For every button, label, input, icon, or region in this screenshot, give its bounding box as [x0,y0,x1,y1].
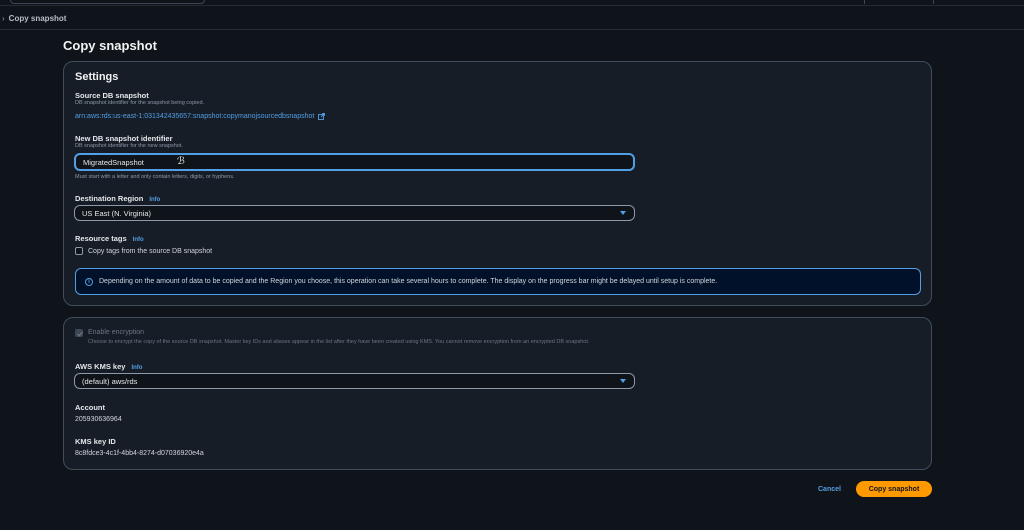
nav-controls-edge[interactable] [864,0,934,4]
enable-encryption-label: Enable encryption [88,329,145,336]
source-snapshot-arn[interactable]: arn:aws:rds:us-east-1:031342435657:snaps… [75,113,314,120]
top-navigation-bar [0,0,1024,6]
kms-key-label: AWS KMS key Info [75,362,142,371]
destination-region-label-text: Destination Region [75,194,144,203]
kms-key-label-text: AWS KMS key [75,362,126,371]
page-title: Copy snapshot [63,38,157,53]
source-snapshot-arn-link[interactable]: arn:aws:rds:us-east-1:031342435657:snaps… [75,113,326,120]
chevron-right-icon: › [2,13,5,23]
text-cursor-icon: ℬ [177,156,185,167]
resource-tags-label: Resource tags Info [75,234,144,243]
account-value: 205930636964 [75,416,122,423]
copy-tags-checkbox[interactable] [75,247,83,255]
destination-region-selected: US East (N. Virginia) [82,208,152,218]
new-identifier-hint: Must start with a letter and only contai… [75,174,235,180]
copy-snapshot-button[interactable]: Copy snapshot [856,481,932,497]
destination-region-label: Destination Region Info [75,194,160,203]
source-snapshot-description: DB snapshot identifier for the snapshot … [75,100,205,106]
destination-region-info-link[interactable]: Info [149,197,160,203]
kms-key-id-label: KMS key ID [75,437,116,446]
info-circle-icon: i [85,277,93,286]
resource-tags-label-text: Resource tags [75,234,127,243]
enable-encryption-checkbox[interactable] [75,329,83,337]
caret-down-icon [620,211,626,215]
kms-key-id-value: 8c8fdce3-4c1f-4bb4-8274-d07036920e4a [75,450,204,457]
account-label: Account [75,403,105,412]
external-link-icon [318,113,326,120]
enable-encryption-description: Choose to encrypt the copy of the source… [88,339,590,345]
checkmark-icon [77,331,83,337]
info-alert: i Depending on the amount of data to be … [75,268,921,295]
destination-region-select[interactable]: US East (N. Virginia) [74,205,635,221]
settings-heading: Settings [75,71,119,83]
source-snapshot-label: Source DB snapshot [75,91,149,100]
breadcrumb-current: Copy snapshot [8,13,67,23]
new-identifier-label: New DB snapshot identifier [75,134,173,143]
copy-tags-checkbox-label[interactable]: Copy tags from the source DB snapshot [88,248,212,255]
kms-key-info-link[interactable]: Info [131,365,142,371]
resource-tags-info-link[interactable]: Info [133,237,144,243]
caret-down-icon [620,379,626,383]
new-identifier-input[interactable] [74,153,635,171]
breadcrumb: › Copy snapshot [0,7,1024,30]
info-alert-text: Depending on the amount of data to be co… [99,278,718,285]
search-box-edge[interactable] [10,0,205,4]
encryption-panel: Enable encryption Choose to encrypt the … [63,317,932,470]
kms-key-select[interactable]: (default) aws/rds [74,373,635,389]
new-identifier-description: DB snapshot identifier for the new snaps… [75,143,183,149]
kms-key-selected: (default) aws/rds [82,376,138,386]
cancel-button[interactable]: Cancel [808,481,851,497]
settings-panel: Settings Source DB snapshot DB snapshot … [63,61,932,306]
